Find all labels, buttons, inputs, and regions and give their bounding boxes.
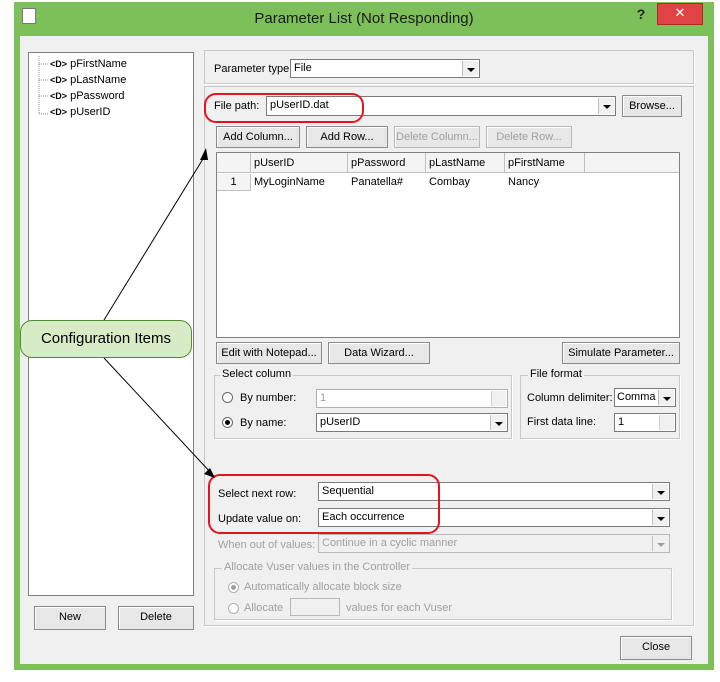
configuration-items-callout: Configuration Items <box>20 320 192 358</box>
